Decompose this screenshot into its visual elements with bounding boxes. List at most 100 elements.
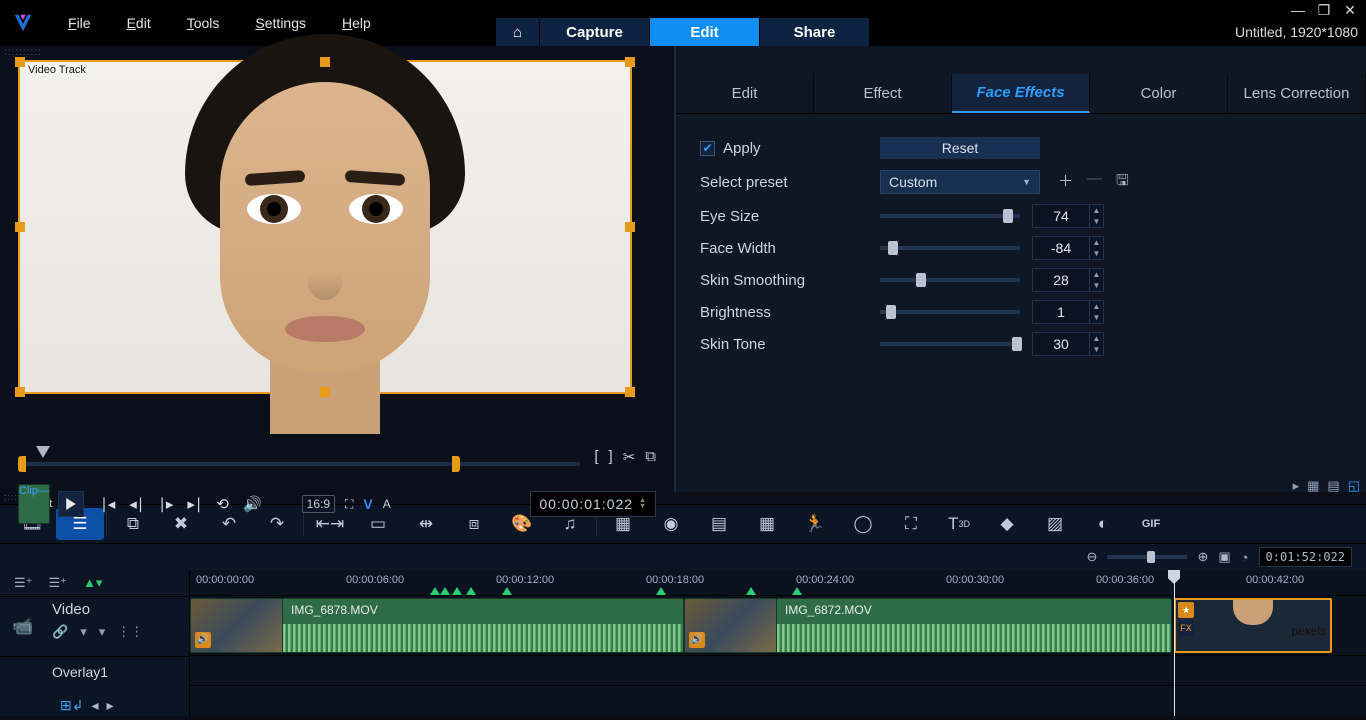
- marker-icon[interactable]: [656, 587, 666, 595]
- scrubber[interactable]: [18, 448, 580, 470]
- resize-handle[interactable]: [15, 222, 25, 232]
- slider-2[interactable]: [880, 278, 1020, 282]
- slider-4[interactable]: [880, 342, 1020, 346]
- restore-icon[interactable]: ❐: [1316, 2, 1332, 19]
- motion-icon[interactable]: 🏃: [791, 508, 839, 540]
- overlay-track-header[interactable]: Overlay1: [0, 656, 189, 686]
- fx-4-icon[interactable]: ▦: [743, 508, 791, 540]
- layout-3-icon[interactable]: ◱: [1348, 478, 1360, 494]
- menu-edit[interactable]: Edit: [109, 9, 169, 37]
- save-preset-icon[interactable]: 🖫: [1116, 170, 1129, 195]
- minimize-icon[interactable]: —: [1290, 2, 1306, 19]
- bracket-in-icon[interactable]: [: [594, 448, 598, 466]
- video-track-header[interactable]: 📹 Video 🔗 ▾ ▾ ⋮⋮: [0, 596, 189, 656]
- scroll-right-icon[interactable]: ▸: [1293, 478, 1300, 494]
- clock-icon[interactable]: ◔: [1241, 550, 1249, 565]
- marker-icon[interactable]: [792, 587, 802, 595]
- scroll-left-icon[interactable]: ◂: [91, 697, 98, 714]
- timeline-playhead[interactable]: [1174, 570, 1175, 716]
- scrub-playhead[interactable]: [36, 446, 50, 458]
- project-clip-toggle[interactable]: Project Clip—: [18, 498, 52, 511]
- subtab-edit[interactable]: Edit: [676, 74, 814, 113]
- fx-3-icon[interactable]: ▤: [695, 508, 743, 540]
- zoom-slider[interactable]: [1107, 555, 1187, 559]
- play-button[interactable]: [58, 491, 84, 517]
- menu-tools[interactable]: Tools: [169, 9, 238, 37]
- track-icon[interactable]: ⛶: [887, 508, 935, 540]
- link-icon[interactable]: 🔗: [52, 624, 68, 640]
- menu-file[interactable]: File: [50, 9, 109, 37]
- mark-in[interactable]: [18, 456, 26, 472]
- loop-icon[interactable]: ⟲: [216, 495, 229, 513]
- resize-handle[interactable]: [15, 387, 25, 397]
- mask-icon[interactable]: ◆: [983, 508, 1031, 540]
- slider-value-1[interactable]: ▲▼: [1032, 236, 1104, 260]
- track-opts-1-icon[interactable]: ☰⁺: [14, 575, 33, 591]
- slider-1[interactable]: [880, 246, 1020, 250]
- reset-button[interactable]: Reset: [880, 137, 1040, 159]
- time-ruler[interactable]: 00:00:00:0000:00:06:0000:00:12:0000:00:1…: [190, 570, 1366, 596]
- fx-chain-icon[interactable]: ⋮⋮: [117, 624, 143, 640]
- mode-home[interactable]: ⌂: [496, 18, 540, 46]
- cut-icon[interactable]: ✂: [623, 448, 636, 466]
- resize-handle[interactable]: [625, 222, 635, 232]
- resize-handle[interactable]: [15, 57, 25, 67]
- snapshot-icon[interactable]: ⧉: [645, 448, 656, 466]
- timeline-clip[interactable]: 🔊IMG_6872.MOV: [684, 598, 1172, 653]
- add-track-icon[interactable]: ⊞↲: [60, 697, 83, 714]
- preset-dropdown[interactable]: Custom: [880, 170, 1040, 194]
- subtab-face-effects[interactable]: Face Effects: [952, 74, 1090, 113]
- zoom-out-icon[interactable]: ⊖: [1087, 549, 1098, 565]
- timeline-clip[interactable]: 🔊IMG_6878.MOV: [190, 598, 684, 653]
- marker-toggle-icon[interactable]: ▲▾: [83, 575, 102, 591]
- slider-3[interactable]: [880, 310, 1020, 314]
- marker-icon[interactable]: [430, 587, 440, 595]
- subtab-lens-correction[interactable]: Lens Correction: [1228, 74, 1366, 113]
- slider-value-0[interactable]: ▲▼: [1032, 204, 1104, 228]
- track-opts-2-icon[interactable]: ☰⁺: [49, 575, 68, 591]
- marker-icon[interactable]: [440, 587, 450, 595]
- audio-toggle[interactable]: A: [383, 497, 391, 511]
- mode-edit[interactable]: Edit: [650, 18, 760, 46]
- go-start-icon[interactable]: ∣◂: [100, 495, 115, 513]
- slider-value-2[interactable]: ▲▼: [1032, 268, 1104, 292]
- remove-preset-icon[interactable]: —: [1087, 170, 1102, 195]
- marker-icon[interactable]: [746, 587, 756, 595]
- volume-icon[interactable]: 🔊: [243, 495, 262, 513]
- apply-checkbox[interactable]: ✔: [700, 141, 715, 156]
- exposure-icon[interactable]: ◐: [1079, 508, 1127, 540]
- go-end-icon[interactable]: ▸∣: [187, 495, 202, 513]
- slider-value-4[interactable]: ▲▼: [1032, 332, 1104, 356]
- subtab-effect[interactable]: Effect: [814, 74, 952, 113]
- crop-icon[interactable]: ⛶: [345, 497, 353, 512]
- layout-1-icon[interactable]: ▦: [1307, 478, 1319, 494]
- add-preset-icon[interactable]: ＋: [1058, 170, 1073, 195]
- transition-icon[interactable]: ▨: [1031, 508, 1079, 540]
- marker-icon[interactable]: [466, 587, 476, 595]
- marker-icon[interactable]: [452, 587, 462, 595]
- panel-grip[interactable]: [676, 46, 1366, 60]
- step-back-icon[interactable]: ◂∣: [129, 495, 144, 513]
- menu-help[interactable]: Help: [324, 9, 389, 37]
- bracket-out-icon[interactable]: ]: [609, 448, 613, 466]
- step-fwd-icon[interactable]: ∣▸: [158, 495, 173, 513]
- subtab-color[interactable]: Color: [1090, 74, 1228, 113]
- loop-tool-icon[interactable]: ◯: [839, 508, 887, 540]
- video-toggle[interactable]: V: [363, 496, 372, 512]
- 3d-title-icon[interactable]: T3D: [935, 508, 983, 540]
- layout-2-icon[interactable]: ▤: [1327, 478, 1339, 494]
- aspect-ratio[interactable]: 16:9: [302, 495, 335, 513]
- mark-out[interactable]: [452, 456, 460, 472]
- resize-handle[interactable]: [320, 387, 330, 397]
- resize-handle[interactable]: [320, 57, 330, 67]
- overlay-track-lane[interactable]: [190, 656, 1366, 686]
- resize-handle[interactable]: [625, 387, 635, 397]
- timeline-clip-selected[interactable]: ★FXpexels: [1174, 598, 1332, 653]
- gif-icon[interactable]: GIF: [1127, 508, 1175, 540]
- ripple-icon[interactable]: ▾: [99, 624, 106, 640]
- zoom-in-icon[interactable]: ⊕: [1197, 549, 1208, 565]
- scroll-right-icon[interactable]: ▸: [107, 697, 114, 714]
- mode-share[interactable]: Share: [760, 18, 870, 46]
- lock-icon[interactable]: ▾: [80, 624, 87, 640]
- close-icon[interactable]: ✕: [1342, 2, 1358, 19]
